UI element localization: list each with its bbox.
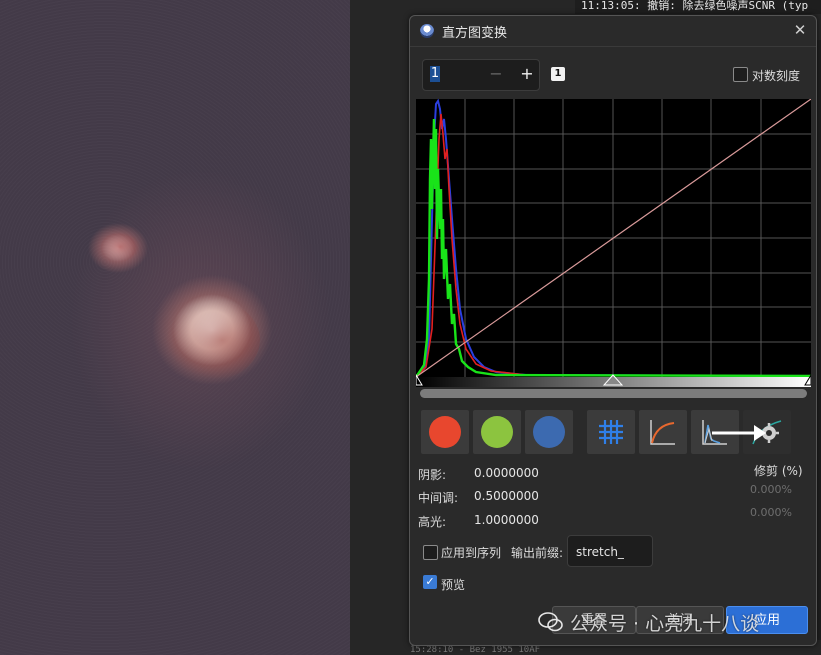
green-channel-button[interactable] xyxy=(472,409,522,455)
astro-image xyxy=(0,0,350,655)
green-dot-icon xyxy=(481,416,513,448)
histogram-scrollbar[interactable] xyxy=(420,389,807,398)
histogram-plot xyxy=(416,99,811,387)
red-dot-icon xyxy=(429,416,461,448)
apply-to-sequence-checkbox[interactable] xyxy=(423,545,438,560)
nebula-dust-lane xyxy=(165,300,260,380)
highlights-label: 高光: xyxy=(418,515,447,529)
curve-icon xyxy=(650,420,675,445)
log-scale-label: 对数刻度 xyxy=(752,69,801,83)
wechat-icon xyxy=(538,612,563,632)
clipping-high-value: 0.000% xyxy=(750,506,792,519)
app-icon xyxy=(420,24,434,38)
close-icon[interactable]: ✕ xyxy=(792,22,808,38)
console-log-line-bottom: 15:28:10 - Bez 1955 10AF xyxy=(410,645,541,655)
apply-to-sequence-label: 应用到序列 xyxy=(441,546,502,560)
watermark: 公众号 · 心亮九十八谈 xyxy=(538,606,759,638)
grid-toggle-button[interactable] xyxy=(586,409,636,455)
blue-dot-icon xyxy=(533,416,565,448)
output-prefix-input[interactable]: stretch_ xyxy=(567,535,653,567)
clipping-low-value: 0.000% xyxy=(750,483,792,496)
console-log-line: 11:13:05: 撤销: 除去绿色噪声SCNR (typ xyxy=(575,0,821,14)
zoom-minus-button[interactable]: − xyxy=(487,64,505,83)
histogram-transform-dialog: 直方图变换 ✕ 1 − + 1 对数刻度 阴影: 0.0000000 中间调: … xyxy=(409,15,817,646)
shadows-label: 阴影: xyxy=(418,468,447,482)
preview-checkbox[interactable]: ✓ xyxy=(423,575,437,589)
histogram-canvas[interactable] xyxy=(416,99,811,387)
preview-label: 预览 xyxy=(441,578,466,592)
midtones-label: 中间调: xyxy=(418,491,459,505)
zoom-value[interactable]: 1 xyxy=(430,66,440,82)
channel-buttons xyxy=(420,409,576,455)
log-scale-checkbox[interactable] xyxy=(733,67,748,82)
zoom-plus-button[interactable]: + xyxy=(518,64,536,83)
watermark-text: 公众号 · 心亮九十八谈 xyxy=(570,612,760,635)
shadows-value: 0.0000000 xyxy=(474,466,539,480)
output-prefix-label: 输出前缀: xyxy=(511,546,564,560)
zoom-badge: 1 xyxy=(551,67,565,81)
zoom-spinbox[interactable]: 1 − + xyxy=(422,59,540,91)
arrow-annotation-icon xyxy=(712,425,766,441)
grid-icon xyxy=(599,420,623,444)
curve-toggle-button[interactable] xyxy=(638,409,688,455)
midtones-value: 0.5000000 xyxy=(474,489,539,503)
dialog-titlebar[interactable]: 直方图变换 ✕ xyxy=(410,16,816,47)
red-channel-button[interactable] xyxy=(420,409,470,455)
nebula-small-core xyxy=(100,232,140,262)
clipping-title: 修剪 (%) xyxy=(754,464,803,478)
blue-channel-button[interactable] xyxy=(524,409,574,455)
highlights-value: 1.0000000 xyxy=(474,513,539,527)
dialog-title: 直方图变换 xyxy=(442,25,508,41)
